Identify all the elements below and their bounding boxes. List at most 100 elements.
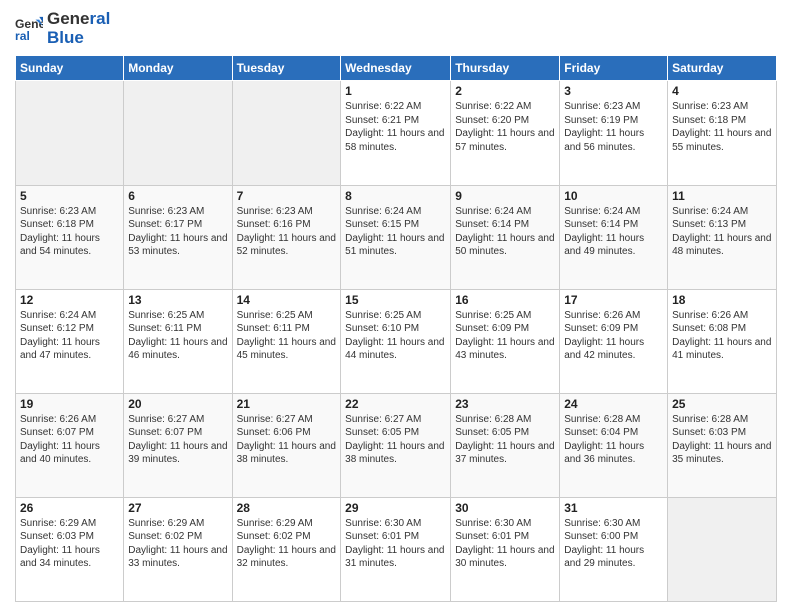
- day-number: 2: [455, 84, 555, 98]
- day-info: Sunrise: 6:23 AM Sunset: 6:18 PM Dayligh…: [672, 100, 772, 154]
- day-cell: 7Sunrise: 6:23 AM Sunset: 6:16 PM Daylig…: [232, 185, 341, 289]
- day-number: 26: [20, 501, 119, 515]
- day-info: Sunrise: 6:25 AM Sunset: 6:11 PM Dayligh…: [128, 309, 227, 363]
- day-cell: 16 Sunrise: 6:25 AM Sunset: 6:09 PM Dayli…: [451, 289, 560, 393]
- day-info: Sunrise: 6:28 AM Sunset: 6:04 PM Dayligh…: [564, 413, 663, 467]
- day-number: 27: [128, 501, 227, 515]
- day-info: Sunrise: 6:23 AM Sunset: 6:18 PM Dayligh…: [20, 205, 119, 259]
- week-row-1: 5 Sunrise: 6:23 AM Sunset: 6:18 PM Daylig…: [16, 185, 777, 289]
- header-cell-sunday: Sunday: [16, 56, 124, 81]
- day-number: 18: [672, 293, 772, 307]
- day-number: 10: [564, 189, 663, 203]
- header-cell-friday: Friday: [560, 56, 668, 81]
- day-cell: 30 Sunrise: 6:30 AM Sunset: 6:01 PM Dayli…: [451, 497, 560, 601]
- day-number: 6: [128, 189, 227, 203]
- header: Gene ral General Blue: [15, 10, 777, 47]
- day-number: 19: [20, 397, 119, 411]
- day-number: 22: [345, 397, 446, 411]
- day-cell: 2 Sunrise: 6:22 AM Sunset: 6:20 PM Daylig…: [451, 81, 560, 185]
- day-info: Sunrise: 6:25 AM Sunset: 6:09 PM Dayligh…: [455, 309, 555, 363]
- day-cell: 20 Sunrise: 6:27 AM Sunset: 6:07 PM Dayli…: [124, 393, 232, 497]
- page: Gene ral General Blue SundayMondayTuesda…: [0, 0, 792, 612]
- day-number: 11: [672, 189, 772, 203]
- header-cell-tuesday: Tuesday: [232, 56, 341, 81]
- day-number: 28: [237, 501, 337, 515]
- day-cell: 14Sunrise: 6:25 AM Sunset: 6:11 PM Dayli…: [232, 289, 341, 393]
- day-number: 1: [345, 84, 446, 98]
- day-number: 23: [455, 397, 555, 411]
- day-number: 3: [564, 84, 663, 98]
- day-info: Sunrise: 6:27 AM Sunset: 6:05 PM Dayligh…: [345, 413, 446, 467]
- day-number: 14: [237, 293, 337, 307]
- day-cell: 15 Sunrise: 6:25 AM Sunset: 6:10 PM Dayli…: [341, 289, 451, 393]
- day-cell: 23 Sunrise: 6:28 AM Sunset: 6:05 PM Dayli…: [451, 393, 560, 497]
- day-cell: [668, 497, 777, 601]
- day-cell: 10 Sunrise: 6:24 AM Sunset: 6:14 PM Dayli…: [560, 185, 668, 289]
- day-info: Sunrise: 6:24 AM Sunset: 6:15 PM Dayligh…: [345, 205, 446, 259]
- day-number: 31: [564, 501, 663, 515]
- header-row: SundayMondayTuesdayWednesdayThursdayFrid…: [16, 56, 777, 81]
- logo-line2: Blue: [47, 29, 110, 48]
- day-info: Sunrise: 6:26 AM Sunset: 6:07 PM Dayligh…: [20, 413, 119, 467]
- day-info: Sunrise: 6:24 AM Sunset: 6:13 PM Dayligh…: [672, 205, 772, 259]
- calendar-table: SundayMondayTuesdayWednesdayThursdayFrid…: [15, 55, 777, 602]
- day-info: Sunrise: 6:29 AM Sunset: 6:02 PM Dayligh…: [237, 517, 337, 571]
- day-number: 17: [564, 293, 663, 307]
- calendar-header: SundayMondayTuesdayWednesdayThursdayFrid…: [16, 56, 777, 81]
- day-cell: 26 Sunrise: 6:29 AM Sunset: 6:03 PM Dayli…: [16, 497, 124, 601]
- day-info: Sunrise: 6:27 AM Sunset: 6:06 PM Dayligh…: [237, 413, 337, 467]
- day-number: 21: [237, 397, 337, 411]
- day-cell: 18 Sunrise: 6:26 AM Sunset: 6:08 PM Dayli…: [668, 289, 777, 393]
- header-cell-saturday: Saturday: [668, 56, 777, 81]
- day-info: Sunrise: 6:29 AM Sunset: 6:03 PM Dayligh…: [20, 517, 119, 571]
- day-number: 15: [345, 293, 446, 307]
- calendar-body: 1 Sunrise: 6:22 AM Sunset: 6:21 PM Daylig…: [16, 81, 777, 602]
- day-number: 13: [128, 293, 227, 307]
- day-cell: 13 Sunrise: 6:25 AM Sunset: 6:11 PM Dayli…: [124, 289, 232, 393]
- header-cell-thursday: Thursday: [451, 56, 560, 81]
- day-number: 16: [455, 293, 555, 307]
- logo-line1: General: [47, 10, 110, 29]
- header-cell-wednesday: Wednesday: [341, 56, 451, 81]
- day-info: Sunrise: 6:24 AM Sunset: 6:14 PM Dayligh…: [455, 205, 555, 259]
- day-number: 8: [345, 189, 446, 203]
- day-number: 9: [455, 189, 555, 203]
- week-row-2: 12Sunrise: 6:24 AM Sunset: 6:12 PM Dayli…: [16, 289, 777, 393]
- day-info: Sunrise: 6:28 AM Sunset: 6:03 PM Dayligh…: [672, 413, 772, 467]
- day-cell: 17Sunrise: 6:26 AM Sunset: 6:09 PM Dayli…: [560, 289, 668, 393]
- day-cell: 3 Sunrise: 6:23 AM Sunset: 6:19 PM Daylig…: [560, 81, 668, 185]
- day-cell: 24 Sunrise: 6:28 AM Sunset: 6:04 PM Dayli…: [560, 393, 668, 497]
- day-cell: [232, 81, 341, 185]
- day-info: Sunrise: 6:25 AM Sunset: 6:10 PM Dayligh…: [345, 309, 446, 363]
- day-info: Sunrise: 6:27 AM Sunset: 6:07 PM Dayligh…: [128, 413, 227, 467]
- day-cell: 11 Sunrise: 6:24 AM Sunset: 6:13 PM Dayli…: [668, 185, 777, 289]
- day-number: 24: [564, 397, 663, 411]
- day-info: Sunrise: 6:29 AM Sunset: 6:02 PM Dayligh…: [128, 517, 227, 571]
- day-number: 7: [237, 189, 337, 203]
- svg-text:ral: ral: [15, 29, 30, 43]
- day-info: Sunrise: 6:24 AM Sunset: 6:14 PM Dayligh…: [564, 205, 663, 259]
- day-info: Sunrise: 6:30 AM Sunset: 6:01 PM Dayligh…: [455, 517, 555, 571]
- week-row-3: 19 Sunrise: 6:26 AM Sunset: 6:07 PM Dayli…: [16, 393, 777, 497]
- day-info: Sunrise: 6:23 AM Sunset: 6:19 PM Dayligh…: [564, 100, 663, 154]
- day-cell: [16, 81, 124, 185]
- day-cell: 4Sunrise: 6:23 AM Sunset: 6:18 PM Daylig…: [668, 81, 777, 185]
- day-cell: 21 Sunrise: 6:27 AM Sunset: 6:06 PM Dayli…: [232, 393, 341, 497]
- day-number: 30: [455, 501, 555, 515]
- day-info: Sunrise: 6:26 AM Sunset: 6:08 PM Dayligh…: [672, 309, 772, 363]
- day-info: Sunrise: 6:30 AM Sunset: 6:01 PM Dayligh…: [345, 517, 446, 571]
- day-number: 20: [128, 397, 227, 411]
- day-number: 5: [20, 189, 119, 203]
- day-cell: 12Sunrise: 6:24 AM Sunset: 6:12 PM Dayli…: [16, 289, 124, 393]
- day-cell: 27 Sunrise: 6:29 AM Sunset: 6:02 PM Dayli…: [124, 497, 232, 601]
- day-info: Sunrise: 6:23 AM Sunset: 6:17 PM Dayligh…: [128, 205, 227, 259]
- day-cell: 6 Sunrise: 6:23 AM Sunset: 6:17 PM Daylig…: [124, 185, 232, 289]
- day-cell: 5 Sunrise: 6:23 AM Sunset: 6:18 PM Daylig…: [16, 185, 124, 289]
- day-info: Sunrise: 6:30 AM Sunset: 6:00 PM Dayligh…: [564, 517, 663, 571]
- logo: Gene ral General Blue: [15, 10, 110, 47]
- week-row-4: 26 Sunrise: 6:29 AM Sunset: 6:03 PM Dayli…: [16, 497, 777, 601]
- day-info: Sunrise: 6:28 AM Sunset: 6:05 PM Dayligh…: [455, 413, 555, 467]
- day-info: Sunrise: 6:22 AM Sunset: 6:21 PM Dayligh…: [345, 100, 446, 154]
- day-info: Sunrise: 6:22 AM Sunset: 6:20 PM Dayligh…: [455, 100, 555, 154]
- day-cell: 31 Sunrise: 6:30 AM Sunset: 6:00 PM Dayli…: [560, 497, 668, 601]
